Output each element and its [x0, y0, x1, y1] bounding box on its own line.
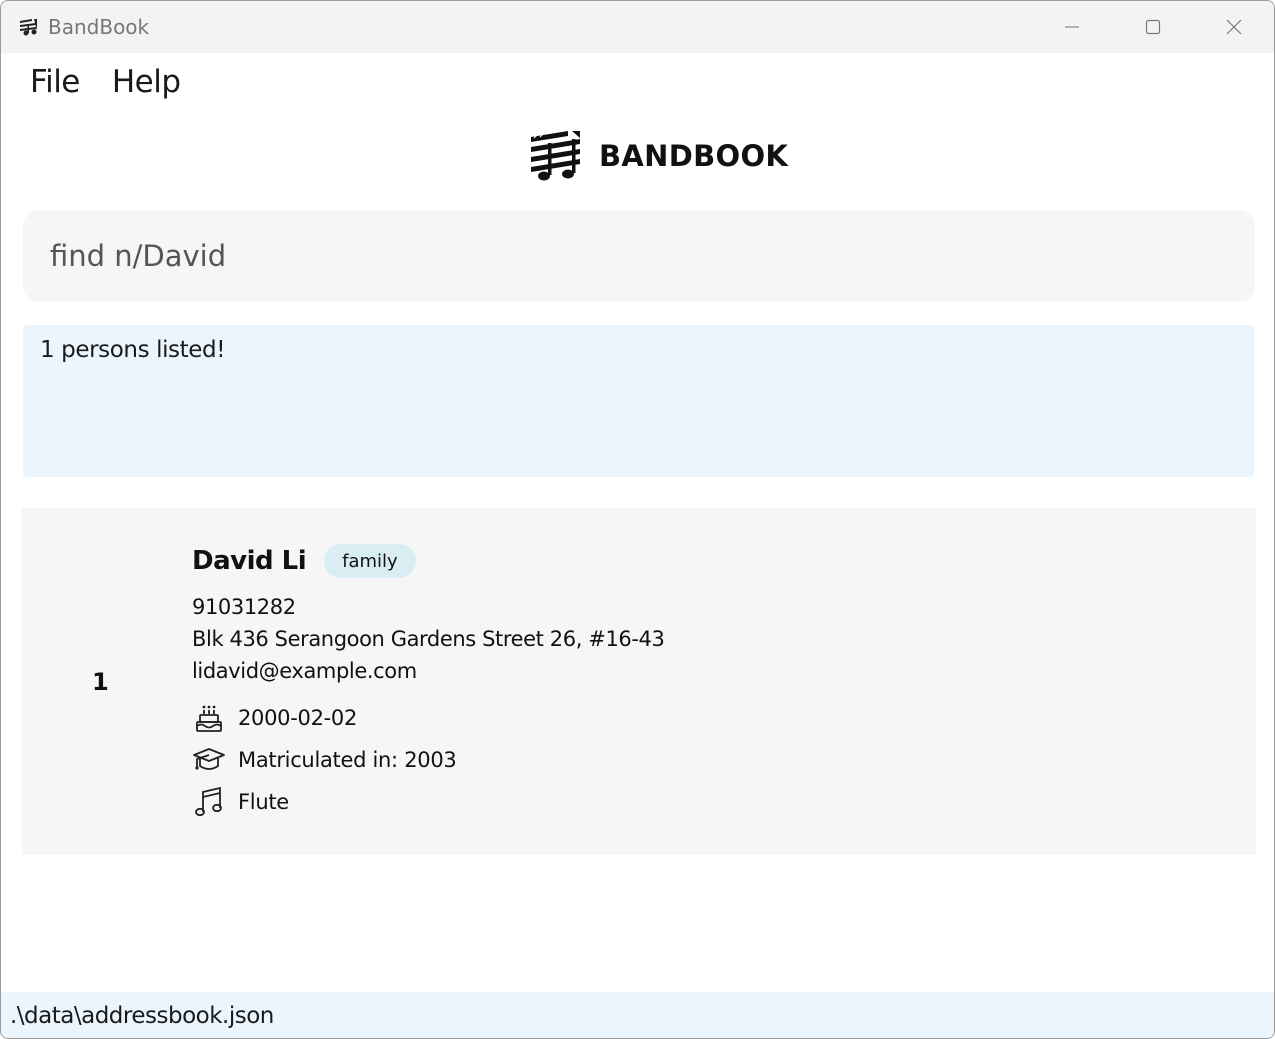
minimize-icon: [1064, 26, 1079, 28]
person-phone: 91031282: [192, 595, 296, 619]
matriculation-text: Matriculated in: 2003: [238, 748, 457, 772]
matriculation-row: Matriculated in: 2003: [192, 739, 664, 781]
name-row: David Li family: [192, 543, 664, 579]
maximize-button[interactable]: [1112, 1, 1193, 53]
birthday-text: 2000-02-02: [238, 706, 358, 730]
command-input[interactable]: find n/David: [23, 210, 1255, 302]
graduation-cap-icon: [192, 743, 226, 777]
app-window: BandBook File Help BANDBOOK find n/David…: [0, 0, 1275, 1039]
instrument-text: Flute: [238, 790, 289, 814]
menu-bar: File Help: [1, 53, 1274, 111]
person-details: David Li family 91031282 Blk 436 Serango…: [192, 543, 665, 823]
data-file-path: .\data\addressbook.json: [10, 1003, 274, 1029]
minimize-button[interactable]: [1031, 1, 1112, 53]
status-bar: .\data\addressbook.json: [1, 992, 1274, 1038]
music-note-icon: [192, 785, 226, 819]
birthday-row: 2000-02-02: [192, 697, 664, 739]
tag-badge: family: [324, 544, 416, 578]
person-address: Blk 436 Serangoon Gardens Street 26, #16…: [192, 627, 665, 651]
app-logo: BANDBOOK: [528, 127, 788, 185]
menu-help[interactable]: Help: [112, 64, 181, 100]
menu-file[interactable]: File: [30, 64, 80, 100]
title-bar[interactable]: BandBook: [1, 1, 1274, 53]
person-index: 1: [92, 668, 109, 696]
result-message: 1 persons listed!: [40, 337, 226, 363]
person-name: David Li: [192, 546, 307, 576]
person-email: lidavid@example.com: [192, 659, 417, 683]
window-controls: [1031, 1, 1274, 53]
command-text[interactable]: find n/David: [50, 239, 226, 273]
close-icon: [1226, 19, 1241, 35]
birthday-cake-icon: [192, 701, 226, 735]
window-title: BandBook: [48, 15, 150, 39]
person-card[interactable]: 1 David Li family 91031282 Blk 436 Seran…: [22, 508, 1256, 855]
close-button[interactable]: [1193, 1, 1274, 53]
result-display: 1 persons listed!: [23, 325, 1254, 477]
bandbook-app-icon: [18, 16, 40, 38]
music-staff-logo-icon: [531, 130, 580, 180]
instrument-row: Flute: [192, 781, 664, 823]
maximize-icon: [1145, 19, 1160, 35]
logo-text: BANDBOOK: [599, 139, 789, 173]
